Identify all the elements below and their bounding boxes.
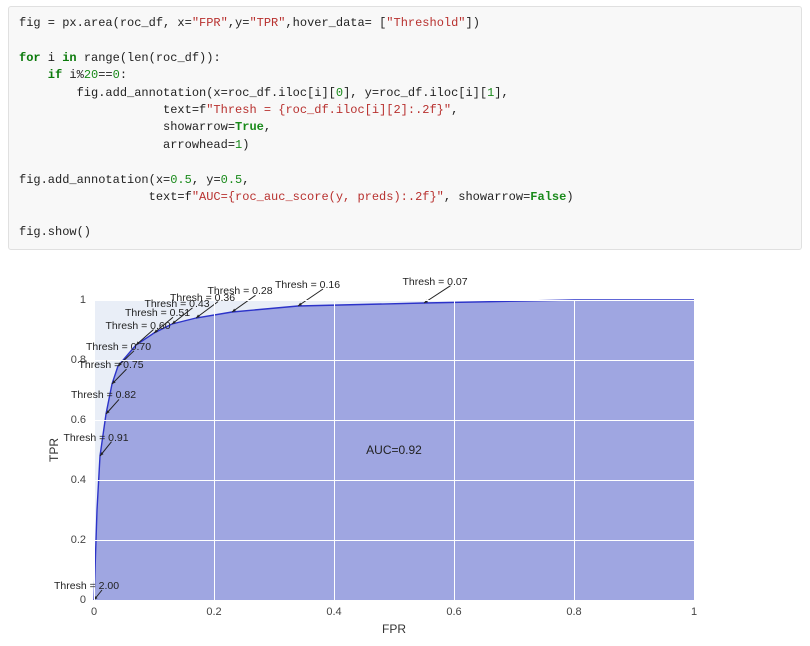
output-area: TPR FPR 00.20.40.60.8100.20.40.60.81Thre… xyxy=(48,290,802,626)
y-tick-label: 0.6 xyxy=(64,414,86,426)
y-tick-label: 1 xyxy=(64,294,86,306)
roc-area xyxy=(94,300,694,600)
roc-chart[interactable]: TPR FPR 00.20.40.60.8100.20.40.60.81Thre… xyxy=(48,290,728,626)
y-tick-label: 0.4 xyxy=(64,474,86,486)
code-cell: fig = px.area(roc_df, x="FPR",y="TPR",ho… xyxy=(8,6,802,250)
threshold-annotation: Thresh = 0.16 xyxy=(275,279,340,291)
y-axis-title: TPR xyxy=(47,438,61,462)
chart-svg xyxy=(94,300,694,600)
y-tick-label: 0.2 xyxy=(64,534,86,546)
x-axis-title: FPR xyxy=(382,622,406,636)
threshold-annotation: Thresh = 0.07 xyxy=(403,276,468,288)
plot-area[interactable]: TPR FPR 00.20.40.60.8100.20.40.60.81Thre… xyxy=(94,300,694,600)
y-tick-label: 0 xyxy=(64,594,86,606)
y-tick-label: 0.8 xyxy=(64,354,86,366)
threshold-annotation: Thresh = 0.28 xyxy=(208,285,273,297)
